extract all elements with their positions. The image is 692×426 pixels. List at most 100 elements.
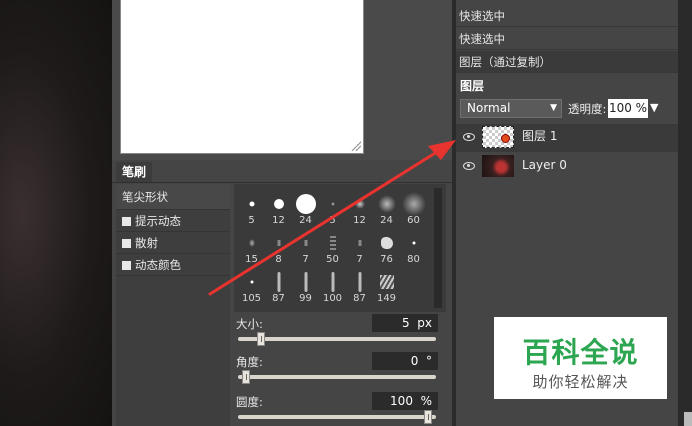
layer-name: Layer 0: [522, 158, 567, 172]
layer-row-layer-1[interactable]: 图层 1: [456, 124, 678, 152]
brush-tip-item[interactable]: 60: [400, 188, 427, 227]
scrollbar-thumb[interactable]: [684, 412, 692, 426]
size-label: 大小:: [236, 317, 263, 331]
brush-tip-item[interactable]: 5: [238, 188, 265, 227]
brush-tip-item[interactable]: 12: [265, 188, 292, 227]
checkbox[interactable]: [122, 261, 131, 270]
list-item-label: 提示动态: [135, 214, 181, 228]
angle-unit: °: [426, 354, 432, 368]
checkbox[interactable]: [122, 239, 131, 248]
right-scrollbar[interactable]: [678, 0, 692, 426]
brush-tip-size: 12: [353, 215, 366, 226]
brush-tips-grid: 5 12 24 5 12 24 60 15 8 7 50 7 76 80 105 87 99 100 87 149: [238, 188, 428, 306]
brush-tips-box: 5 12 24 5 12 24 60 15 8 7 50 7 76 80 105 87 99 100 87 149: [234, 184, 446, 312]
layer-name: 图层 1: [522, 129, 558, 143]
brush-tip-item[interactable]: 24: [292, 188, 319, 227]
brush-tip-size: 60: [407, 215, 420, 226]
eye-icon[interactable]: [463, 162, 475, 170]
brush-tip-size: 12: [272, 215, 285, 226]
shape-dynamics-item[interactable]: 提示动态: [116, 210, 230, 232]
list-item-label: 散射: [135, 236, 158, 250]
size-value-field[interactable]: 5 px: [372, 314, 438, 332]
canvas-area: [112, 0, 452, 160]
brush-tip-size: 15: [245, 254, 258, 265]
brush-tip-item[interactable]: 5: [319, 188, 346, 227]
brush-tip-item[interactable]: 15: [238, 227, 265, 266]
brush-tip-item[interactable]: 149: [373, 266, 400, 305]
history-item[interactable]: 快速选中: [456, 28, 678, 50]
brush-tip-size: 5: [248, 215, 255, 226]
brush-tip-item[interactable]: 76: [373, 227, 400, 266]
opacity-input[interactable]: 100 %: [608, 99, 648, 118]
brush-tip-size: 7: [302, 254, 309, 265]
brush-tip-item[interactable]: 87: [346, 266, 373, 305]
brush-tip-item[interactable]: 87: [265, 266, 292, 305]
history-item-label: 快速选中: [459, 9, 505, 23]
brush-tab[interactable]: 笔刷: [116, 162, 153, 182]
size-slider-knob[interactable]: [257, 332, 265, 346]
layer-thumbnail: [482, 126, 514, 148]
tab-divider: [112, 182, 452, 183]
brush-tip-size: 7: [356, 254, 363, 265]
roundness-slider-knob[interactable]: [424, 410, 433, 424]
brush-tip-item[interactable]: 8: [265, 227, 292, 266]
color-dynamics-item[interactable]: 动态颜色: [116, 254, 230, 276]
document-canvas[interactable]: [120, 0, 364, 154]
angle-label: 角度:: [236, 355, 263, 369]
brush-tip-size: 100: [322, 293, 343, 304]
brush-tip-size: 80: [407, 254, 420, 265]
list-item-label: 笔尖形状: [122, 190, 168, 204]
brush-tip-item[interactable]: 7: [346, 227, 373, 266]
watermark-logo: 百科全说 助你轻松解决: [494, 317, 667, 399]
resize-grip-icon[interactable]: [351, 141, 361, 151]
brush-tip-shape-item[interactable]: 笔尖形状: [116, 184, 230, 210]
size-unit: px: [417, 316, 432, 330]
blend-mode-select[interactable]: Normal ▼: [460, 99, 562, 118]
history-item-label: 快速选中: [459, 32, 505, 46]
brush-tip-item[interactable]: 50: [319, 227, 346, 266]
layer-row-layer-0[interactable]: Layer 0: [456, 153, 678, 181]
layer-thumbnail: [482, 155, 514, 177]
roundness-value: 100: [390, 394, 413, 408]
brush-tip-size: 76: [380, 254, 393, 265]
brush-tip-size: 149: [376, 293, 397, 304]
brush-tip-item[interactable]: 100: [319, 266, 346, 305]
history-item-label: 图层（通过复制）: [459, 55, 551, 69]
opacity-label: 透明度:: [568, 102, 607, 116]
roundness-slider-track[interactable]: [238, 415, 436, 419]
brush-tip-item[interactable]: 99: [292, 266, 319, 305]
angle-value-field[interactable]: 0 °: [372, 352, 438, 370]
brush-tip-item[interactable]: 24: [373, 188, 400, 227]
roundness-slider-row: 圆度: 100 %: [234, 392, 446, 426]
brush-tip-size: 5: [329, 215, 336, 226]
roundness-label: 圆度:: [236, 395, 263, 409]
size-slider-row: 大小: 5 px: [234, 314, 446, 352]
brush-tip-item[interactable]: 105: [238, 266, 265, 305]
list-item-label: 动态颜色: [135, 258, 181, 272]
layers-tab[interactable]: 图层: [458, 76, 486, 96]
tips-scrollbar[interactable]: [434, 188, 442, 308]
history-item-selected[interactable]: 图层（通过复制）: [456, 51, 678, 73]
brush-tip-size: 50: [326, 254, 339, 265]
brush-options-list: 笔尖形状 提示动态 散射 动态颜色: [116, 184, 230, 426]
brush-tip-item[interactable]: 7: [292, 227, 319, 266]
brush-tip-item[interactable]: 12: [346, 188, 373, 227]
opacity-dropdown-icon[interactable]: ▼: [650, 101, 658, 114]
checkbox[interactable]: [122, 217, 131, 226]
scattering-item[interactable]: 散射: [116, 232, 230, 254]
angle-slider-knob[interactable]: [241, 370, 250, 384]
dropdown-arrow-icon: ▼: [550, 103, 557, 113]
watermark-subtitle: 助你轻松解决: [532, 373, 629, 391]
brush-tip-size: 24: [380, 215, 393, 226]
size-value: 5: [402, 316, 410, 330]
brush-tip-size: 105: [241, 293, 262, 304]
roundness-unit: %: [420, 394, 432, 408]
eye-icon[interactable]: [463, 133, 475, 141]
angle-slider-track[interactable]: [238, 375, 436, 379]
roundness-value-field[interactable]: 100 %: [372, 392, 438, 410]
history-item[interactable]: 快速选中: [456, 5, 678, 27]
blend-mode-value: Normal: [467, 101, 511, 115]
angle-value: 0: [410, 354, 419, 368]
brush-tip-item[interactable]: 80: [400, 227, 427, 266]
size-slider-track[interactable]: [238, 337, 436, 341]
